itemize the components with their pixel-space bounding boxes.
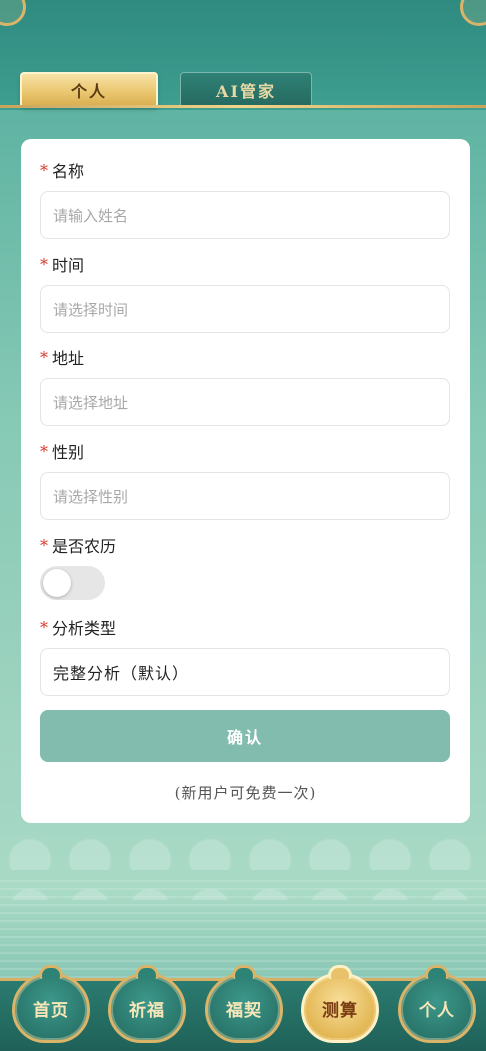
address-picker[interactable]: 请选择地址	[40, 378, 450, 426]
nav-knob	[425, 965, 449, 979]
nav-label: 测算	[322, 1000, 358, 1021]
analysis-label-text: 分析类型	[52, 619, 117, 638]
gender-picker[interactable]: 请选择性别	[40, 472, 450, 520]
required-mark: *	[40, 535, 48, 555]
lunar-toggle[interactable]	[40, 566, 105, 600]
nav-item-divination[interactable]: 测算	[297, 965, 383, 1047]
address-field-group: * 地址 请选择地址	[40, 346, 450, 426]
analysis-type-select[interactable]: 完整分析（默认）	[40, 648, 450, 696]
nav-item-profile[interactable]: 个人	[394, 965, 480, 1047]
nav-label: 个人	[419, 1000, 455, 1021]
nav-label: 首页	[33, 1000, 69, 1021]
time-picker[interactable]: 请选择时间	[40, 285, 450, 333]
time-label: * 时间	[40, 253, 450, 276]
analysis-label: * 分析类型	[40, 616, 450, 639]
tab-bar: 个人 AI管家	[20, 72, 312, 108]
required-mark: *	[40, 254, 48, 274]
name-label-text: 名称	[52, 162, 85, 181]
gender-label: * 性别	[40, 440, 450, 463]
confirm-button[interactable]: 确认	[40, 710, 450, 762]
name-label: * 名称	[40, 159, 450, 182]
time-label-text: 时间	[52, 256, 85, 275]
gender-label-text: 性别	[52, 443, 85, 462]
tab-personal[interactable]: 个人	[20, 72, 158, 108]
nav-knob	[39, 965, 63, 979]
nav-knob	[328, 965, 352, 979]
required-mark: *	[40, 441, 48, 461]
free-trial-note: (新用户可免费一次)	[174, 784, 317, 802]
required-mark: *	[40, 347, 48, 367]
lunar-field-group: * 是否农历	[40, 534, 450, 600]
form-card: * 名称 请输入姓名 * 时间 请选择时间 * 地址 请选择地址 * 性别 请选…	[21, 139, 470, 823]
analysis-field-group: * 分析类型 完整分析（默认）	[40, 616, 450, 696]
name-field-group: * 名称 请输入姓名	[40, 159, 450, 239]
nav-label: 祈福	[129, 1000, 165, 1021]
nav-item-contract[interactable]: 福契	[201, 965, 287, 1047]
toggle-knob	[43, 569, 71, 597]
nav-knob	[232, 965, 256, 979]
lunar-label-text: 是否农历	[52, 537, 117, 556]
name-input[interactable]: 请输入姓名	[40, 191, 450, 239]
required-mark: *	[40, 617, 48, 637]
bottom-nav: 首页 祈福 福契 测算 个人	[0, 965, 486, 1051]
time-field-group: * 时间 请选择时间	[40, 253, 450, 333]
required-mark: *	[40, 160, 48, 180]
gender-field-group: * 性别 请选择性别	[40, 440, 450, 520]
nav-item-pray[interactable]: 祈福	[104, 965, 190, 1047]
nav-label: 福契	[226, 1000, 262, 1021]
nav-item-home[interactable]: 首页	[8, 965, 94, 1047]
lunar-label: * 是否农历	[40, 534, 450, 557]
address-label-text: 地址	[52, 349, 85, 368]
nav-knob	[135, 965, 159, 979]
tab-ai-butler[interactable]: AI管家	[180, 72, 312, 108]
tab-divider	[0, 105, 486, 108]
address-label: * 地址	[40, 346, 450, 369]
